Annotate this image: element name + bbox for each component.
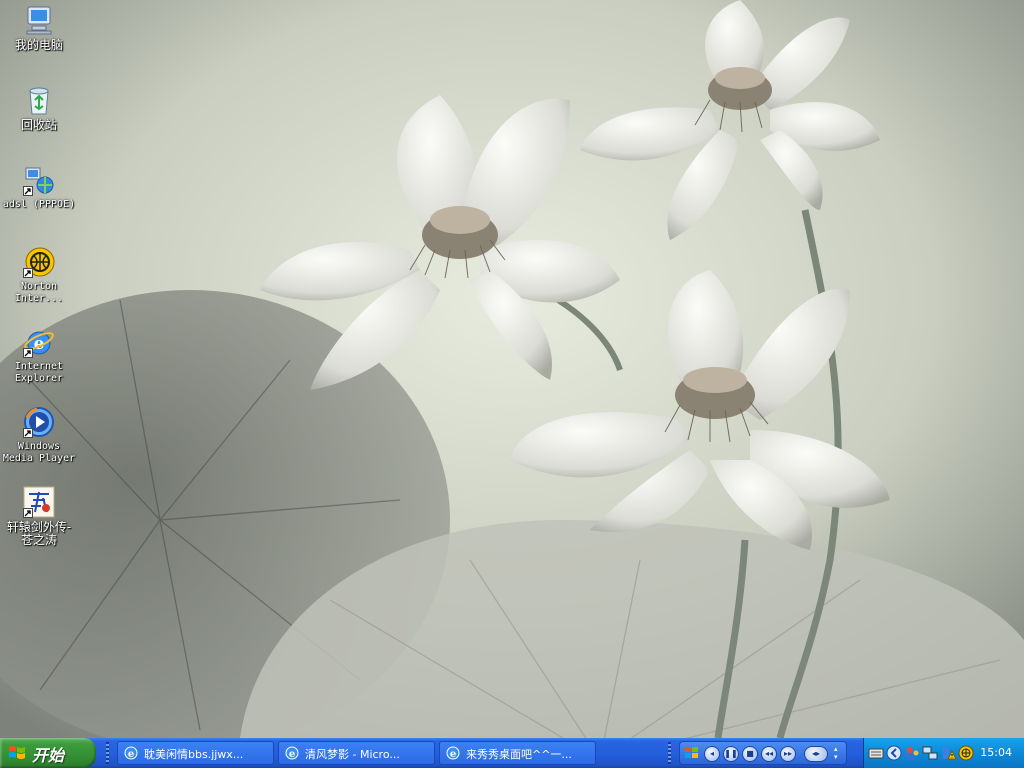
desktop-icon-windows-media-player[interactable]: Windows Media Player [2,406,76,465]
volume-button[interactable]: ◂▸ [804,746,828,762]
taskbar-button[interactable]: e 清风梦影 - Micro... [278,741,435,765]
internet-explorer-icon: e [23,326,55,358]
media-player-toolbar: ◂ ❚❚ ■ ◂◂ ▸▸ ◂▸ ▴ ▾ [679,741,847,765]
game-shortcut-icon [23,486,55,518]
svg-text:e: e [289,749,295,760]
windows-media-player-icon [23,406,55,438]
network-connection-icon [23,164,55,196]
recycle-bin-icon [23,84,55,116]
shortcut-arrow-icon [23,348,33,358]
ie-page-icon: e [284,745,300,761]
taskbar-button-title: 清风梦影 - Micro... [305,748,400,761]
desktop-icon-label: 我的电脑 [14,38,63,52]
svg-text:e: e [450,749,456,760]
toolbar-scroll-arrows[interactable]: ▴ ▾ [834,745,842,761]
system-tray: 15:04 [863,738,1024,768]
pause-button[interactable]: ❚❚ [723,746,739,762]
svg-text:e: e [128,749,134,760]
ie-page-icon: e [445,745,461,761]
desktop-wallpaper [0,0,1024,738]
desktop-icon-my-computer[interactable]: 我的电脑 [2,4,76,52]
desktop-icon-label: adsl (PPPOE) [2,199,76,210]
desktop-icon-recycle-bin[interactable]: 回收站 [2,84,76,132]
desktop-icon-adsl[interactable]: adsl (PPPOE) [2,164,76,211]
user-accounts-icon[interactable] [904,745,920,761]
desktop-icon-norton[interactable]: Norton Inter... [2,246,76,305]
my-computer-icon [23,4,55,36]
shortcut-arrow-icon [23,268,33,278]
start-label: 开始 [32,746,65,765]
stop-button[interactable]: ■ [742,746,758,762]
show-hidden-icons-button[interactable] [886,745,902,761]
windows-logo-icon [8,745,26,761]
windows-flag-icon [684,745,700,761]
taskbar-button[interactable]: e 耽美闲情bbs.jjwx... [117,741,274,765]
taskbar: 开始 e 耽美闲情bbs.jjwx... e 清风梦影 - Micro... e… [0,738,1024,768]
shortcut-arrow-icon [23,186,33,196]
norton-internet-security-icon [23,246,55,278]
shortcut-arrow-icon [23,508,33,518]
taskbar-grip[interactable] [668,742,671,764]
taskbar-grip[interactable] [106,742,109,764]
desktop-icon-label: Internet Explorer [14,361,64,384]
ie-page-icon: e [123,745,139,761]
keyboard-icon[interactable] [868,745,884,761]
rewind-button[interactable]: ◂◂ [761,746,777,762]
network-status-icon[interactable] [922,745,938,761]
shortcut-arrow-icon [23,428,33,438]
norton-tray-icon[interactable] [958,745,974,761]
security-alert-icon[interactable] [940,745,957,761]
fast-forward-button[interactable]: ▸▸ [780,746,796,762]
start-button[interactable]: 开始 [0,738,96,768]
desktop-icon-label: Norton Inter... [14,281,64,304]
previous-button[interactable]: ◂ [704,746,720,762]
desktop-icon-internet-explorer[interactable]: e Internet Explorer [2,326,76,385]
desktop-icon-label: Windows Media Player [2,441,76,464]
desktop-icon-label: 轩辕剑外传-苍之涛 [6,520,72,547]
taskbar-button-title: 来秀秀桌面吧^^一... [466,748,572,761]
taskbar-button[interactable]: e 来秀秀桌面吧^^一... [439,741,596,765]
clock[interactable]: 15:04 [980,746,1012,759]
desktop-icon-label: 回收站 [20,118,57,132]
desktop-icon-game[interactable]: 轩辕剑外传-苍之涛 [2,486,76,547]
taskbar-button-title: 耽美闲情bbs.jjwx... [144,748,244,761]
